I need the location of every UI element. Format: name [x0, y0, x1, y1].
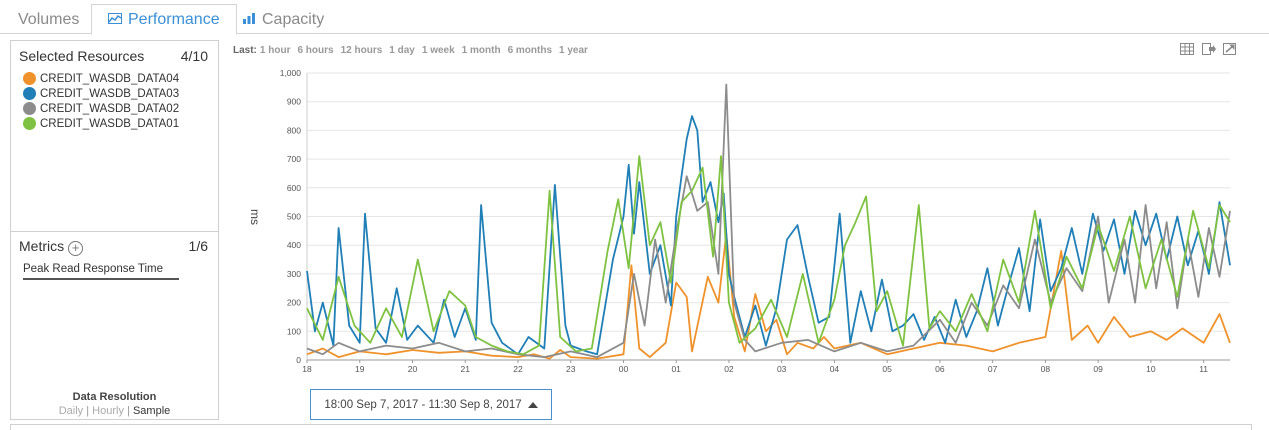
y-tick-label: 400 — [287, 240, 301, 250]
y-tick-label: 500 — [287, 212, 301, 222]
y-tick-label: 900 — [287, 97, 301, 107]
x-tick-label: 10 — [1146, 364, 1156, 374]
x-tick-label: 04 — [830, 364, 840, 374]
x-tick-label: 01 — [671, 364, 681, 374]
x-tick-label: 22 — [513, 364, 523, 374]
bottom-panel — [10, 424, 1252, 430]
x-tick-label: 11 — [1199, 364, 1208, 374]
y-tick-label: 300 — [287, 269, 301, 279]
x-tick-label: 19 — [355, 364, 365, 374]
y-tick-label: 1,000 — [280, 68, 302, 78]
x-tick-label: 09 — [1093, 364, 1103, 374]
y-tick-label: 800 — [287, 125, 301, 135]
y-tick-label: 600 — [287, 183, 301, 193]
response-time-chart: 01002003004005006007008009001,00018 19 20 2… — [280, 68, 1231, 374]
x-tick-label: 02 — [724, 364, 734, 374]
caret-up-icon — [527, 401, 538, 408]
x-tick-label: 08 — [1041, 364, 1051, 374]
x-tick-label: 21 — [460, 364, 470, 374]
x-tick-label: 07 — [988, 364, 998, 374]
y-tick-label: 700 — [287, 154, 301, 164]
series-line — [306, 115, 1231, 356]
x-tick-label: 03 — [777, 364, 787, 374]
date-range-selector[interactable]: 18:00 Sep 7, 2017 - 11:30 Sep 8, 2017 — [310, 389, 552, 420]
x-tick-label: 00 — [619, 364, 629, 374]
x-tick-label: 23 — [566, 364, 576, 374]
x-tick-label: 20 — [408, 364, 418, 374]
x-tick-label: 05 — [882, 364, 892, 374]
series-line — [306, 155, 1231, 356]
x-tick-label: 06 — [935, 364, 945, 374]
y-tick-label: 100 — [287, 326, 301, 336]
y-tick-label: 0 — [296, 355, 301, 365]
y-tick-label: 200 — [287, 298, 301, 308]
date-range-label: 18:00 Sep 7, 2017 - 11:30 Sep 8, 2017 — [324, 398, 522, 411]
x-tick-label: 18 — [302, 364, 312, 374]
